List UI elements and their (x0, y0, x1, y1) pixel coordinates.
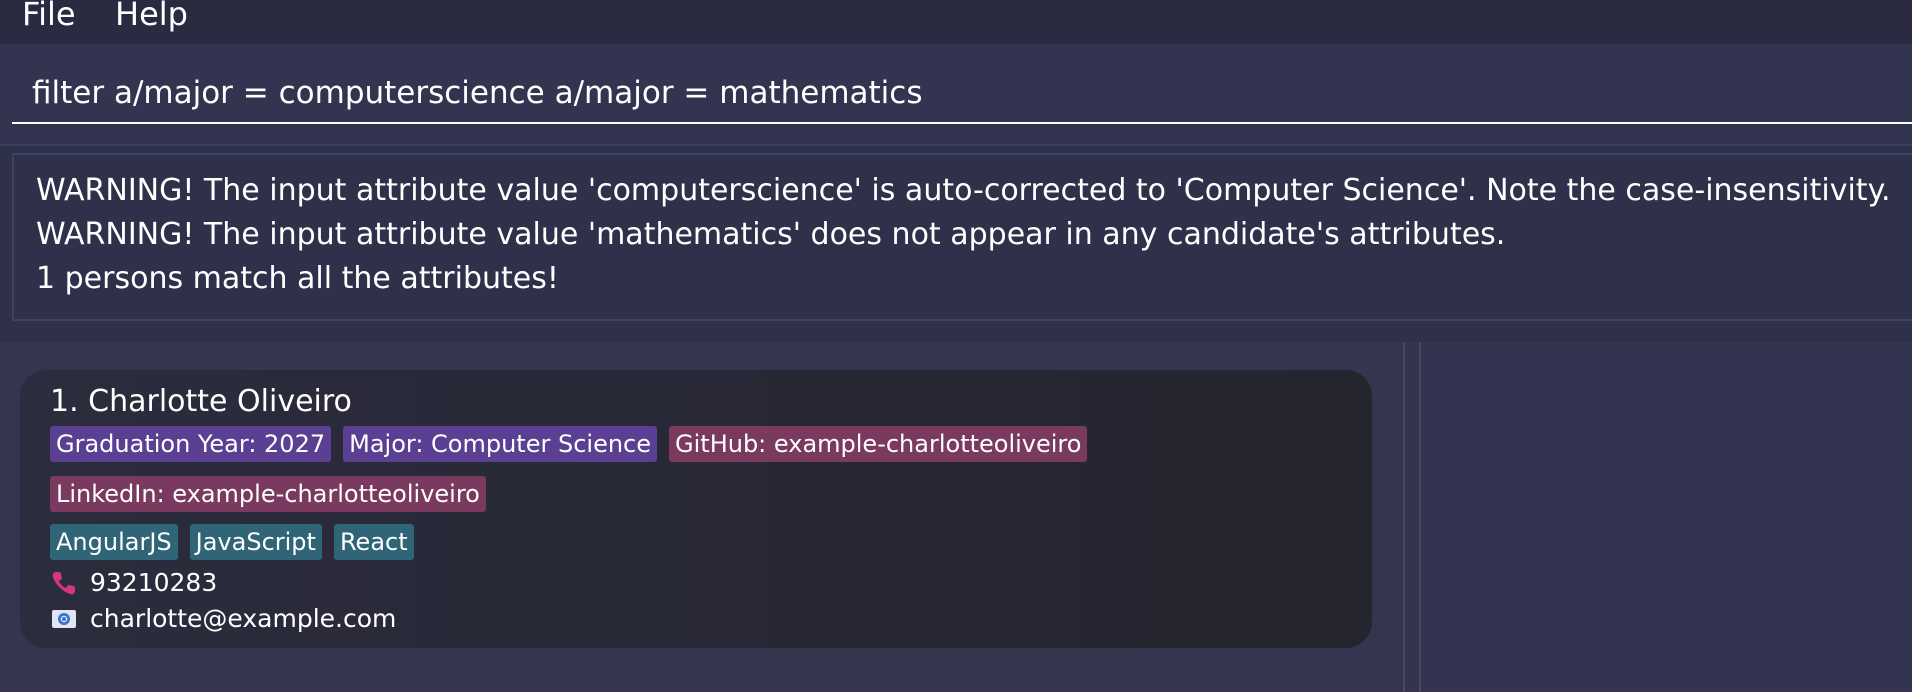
menu-help[interactable]: Help (115, 0, 188, 34)
tag-skill-javascript: JavaScript (189, 524, 322, 560)
email-address: charlotte@example.com (90, 604, 397, 633)
tag-skill-angularjs: AngularJS (50, 524, 178, 560)
skill-tag-row: AngularJS JavaScript React (50, 524, 422, 560)
phone-number: 93210283 (90, 568, 218, 597)
person-name: 1. Charlotte Oliveiro (50, 384, 352, 419)
result-line: 1 persons match all the attributes! (36, 261, 559, 296)
result-display-panel: WARNING! The input attribute value 'comp… (0, 144, 1912, 342)
split-pane-divider[interactable] (1403, 342, 1421, 692)
phone-icon (50, 569, 78, 597)
command-box (0, 44, 1912, 144)
person-list-panel[interactable]: 1. Charlotte Oliveiro Graduation Year: 2… (0, 342, 1403, 692)
link-tag-row: LinkedIn: example-charlotteoliveiro (50, 476, 494, 512)
tag-linkedin: LinkedIn: example-charlotteoliveiro (50, 476, 486, 512)
person-card[interactable]: 1. Charlotte Oliveiro Graduation Year: 2… (20, 370, 1372, 648)
attribute-tag-row: Graduation Year: 2027 Major: Computer Sci… (50, 426, 1095, 462)
menu-bar: File Help (0, 0, 1912, 44)
result-display[interactable]: WARNING! The input attribute value 'comp… (12, 153, 1912, 321)
tag-skill-react: React (333, 524, 414, 560)
result-line: WARNING! The input attribute value 'comp… (36, 173, 1891, 208)
result-line: WARNING! The input attribute value 'math… (36, 217, 1506, 252)
phone-row: 93210283 (50, 566, 217, 600)
tag-graduation-year: Graduation Year: 2027 (50, 426, 332, 462)
tag-major: Major: Computer Science (343, 426, 658, 462)
command-input[interactable] (12, 64, 1912, 124)
tag-github: GitHub: example-charlotteoliveiro (669, 426, 1088, 462)
email-row: charlotte@example.com (50, 602, 396, 636)
menu-file[interactable]: File (22, 0, 76, 34)
right-panel (1421, 342, 1912, 692)
email-icon (50, 605, 78, 633)
